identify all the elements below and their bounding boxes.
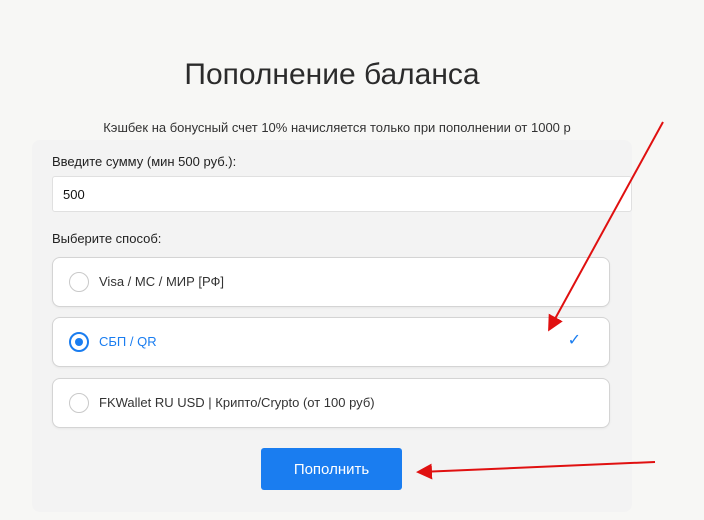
method-option-label: FKWallet RU USD | Крипто/Crypto (от 100 … [99, 395, 375, 410]
method-label: Выберите способ: [52, 231, 162, 246]
amount-input[interactable] [52, 176, 632, 212]
page-title: Пополнение баланса [184, 58, 480, 91]
method-option-label: Visa / MC / МИР [РФ] [99, 274, 225, 289]
method-option-label: СБП / QR [99, 334, 157, 349]
submit-button[interactable]: Пополнить [261, 448, 402, 490]
amount-label: Введите сумму (мин 500 руб.): [52, 154, 237, 169]
radio-button-selected[interactable] [69, 332, 89, 352]
checkmark-icon: ✓ [567, 330, 581, 349]
radio-button[interactable] [69, 393, 89, 413]
radio-button[interactable] [69, 272, 89, 292]
method-option-sbp[interactable]: СБП / QR ✓ [52, 317, 610, 367]
cashback-note: Кэшбек на бонусный счет 10% начисляется … [103, 120, 571, 135]
method-option-fkwallet[interactable]: FKWallet RU USD | Крипто/Crypto (от 100 … [52, 378, 610, 428]
method-option-visa[interactable]: Visa / MC / МИР [РФ] [52, 257, 610, 307]
